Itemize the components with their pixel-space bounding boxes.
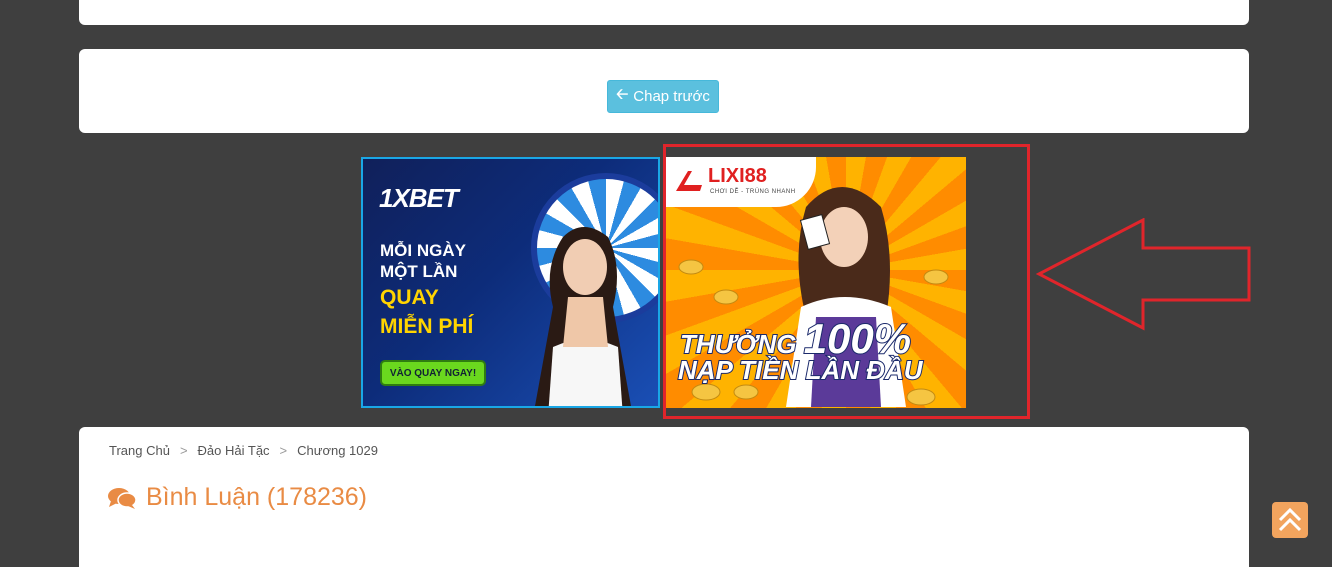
model-image — [535, 227, 631, 406]
comments-title: Bình Luận (178236) — [146, 483, 368, 511]
prev-chapter-button[interactable]: 🡠 Chap trước — [607, 80, 719, 113]
xbet-logo: 1XBET — [379, 183, 459, 213]
scroll-to-top-button[interactable] — [1272, 502, 1308, 538]
xbet-line-2: MỘT LẦN — [380, 262, 458, 281]
xbet-cta-button[interactable]: VÀO QUAY NGAY! — [380, 360, 486, 386]
breadcrumb-chapter[interactable]: Chương 1029 — [297, 443, 378, 458]
highlight-box — [663, 144, 1030, 419]
breadcrumb-series[interactable]: Đảo Hải Tặc — [198, 443, 270, 458]
comments-card: Trang Chủ > Đảo Hải Tặc > Chương 1029 Bì… — [79, 427, 1249, 567]
breadcrumb-separator: > — [179, 443, 188, 458]
double-chevron-up-icon — [1278, 507, 1302, 532]
breadcrumb-separator: > — [279, 443, 288, 458]
chapter-nav-card: 🡠 Chap trước — [79, 49, 1249, 133]
pointer-arrow-icon — [1035, 218, 1251, 331]
top-card — [79, 0, 1249, 25]
comments-heading: Bình Luận (178236) — [108, 483, 367, 512]
xbet-line-1: MỖI NGÀY — [380, 241, 466, 260]
arrow-left-icon: 🡠 — [616, 86, 629, 103]
xbet-line-4: MIỄN PHÍ — [380, 315, 474, 338]
breadcrumb: Trang Chủ > Đảo Hải Tặc > Chương 1029 — [109, 443, 378, 458]
comments-icon — [108, 487, 136, 509]
ad-banner-1xbet[interactable]: 1XBET MỖI NGÀY MỘT LẦN QUAY MIỄN PHÍ VÀO… — [361, 157, 660, 408]
xbet-line-3: QUAY — [380, 286, 439, 309]
breadcrumb-home[interactable]: Trang Chủ — [109, 443, 170, 458]
prev-chapter-label: Chap trước — [633, 88, 710, 105]
